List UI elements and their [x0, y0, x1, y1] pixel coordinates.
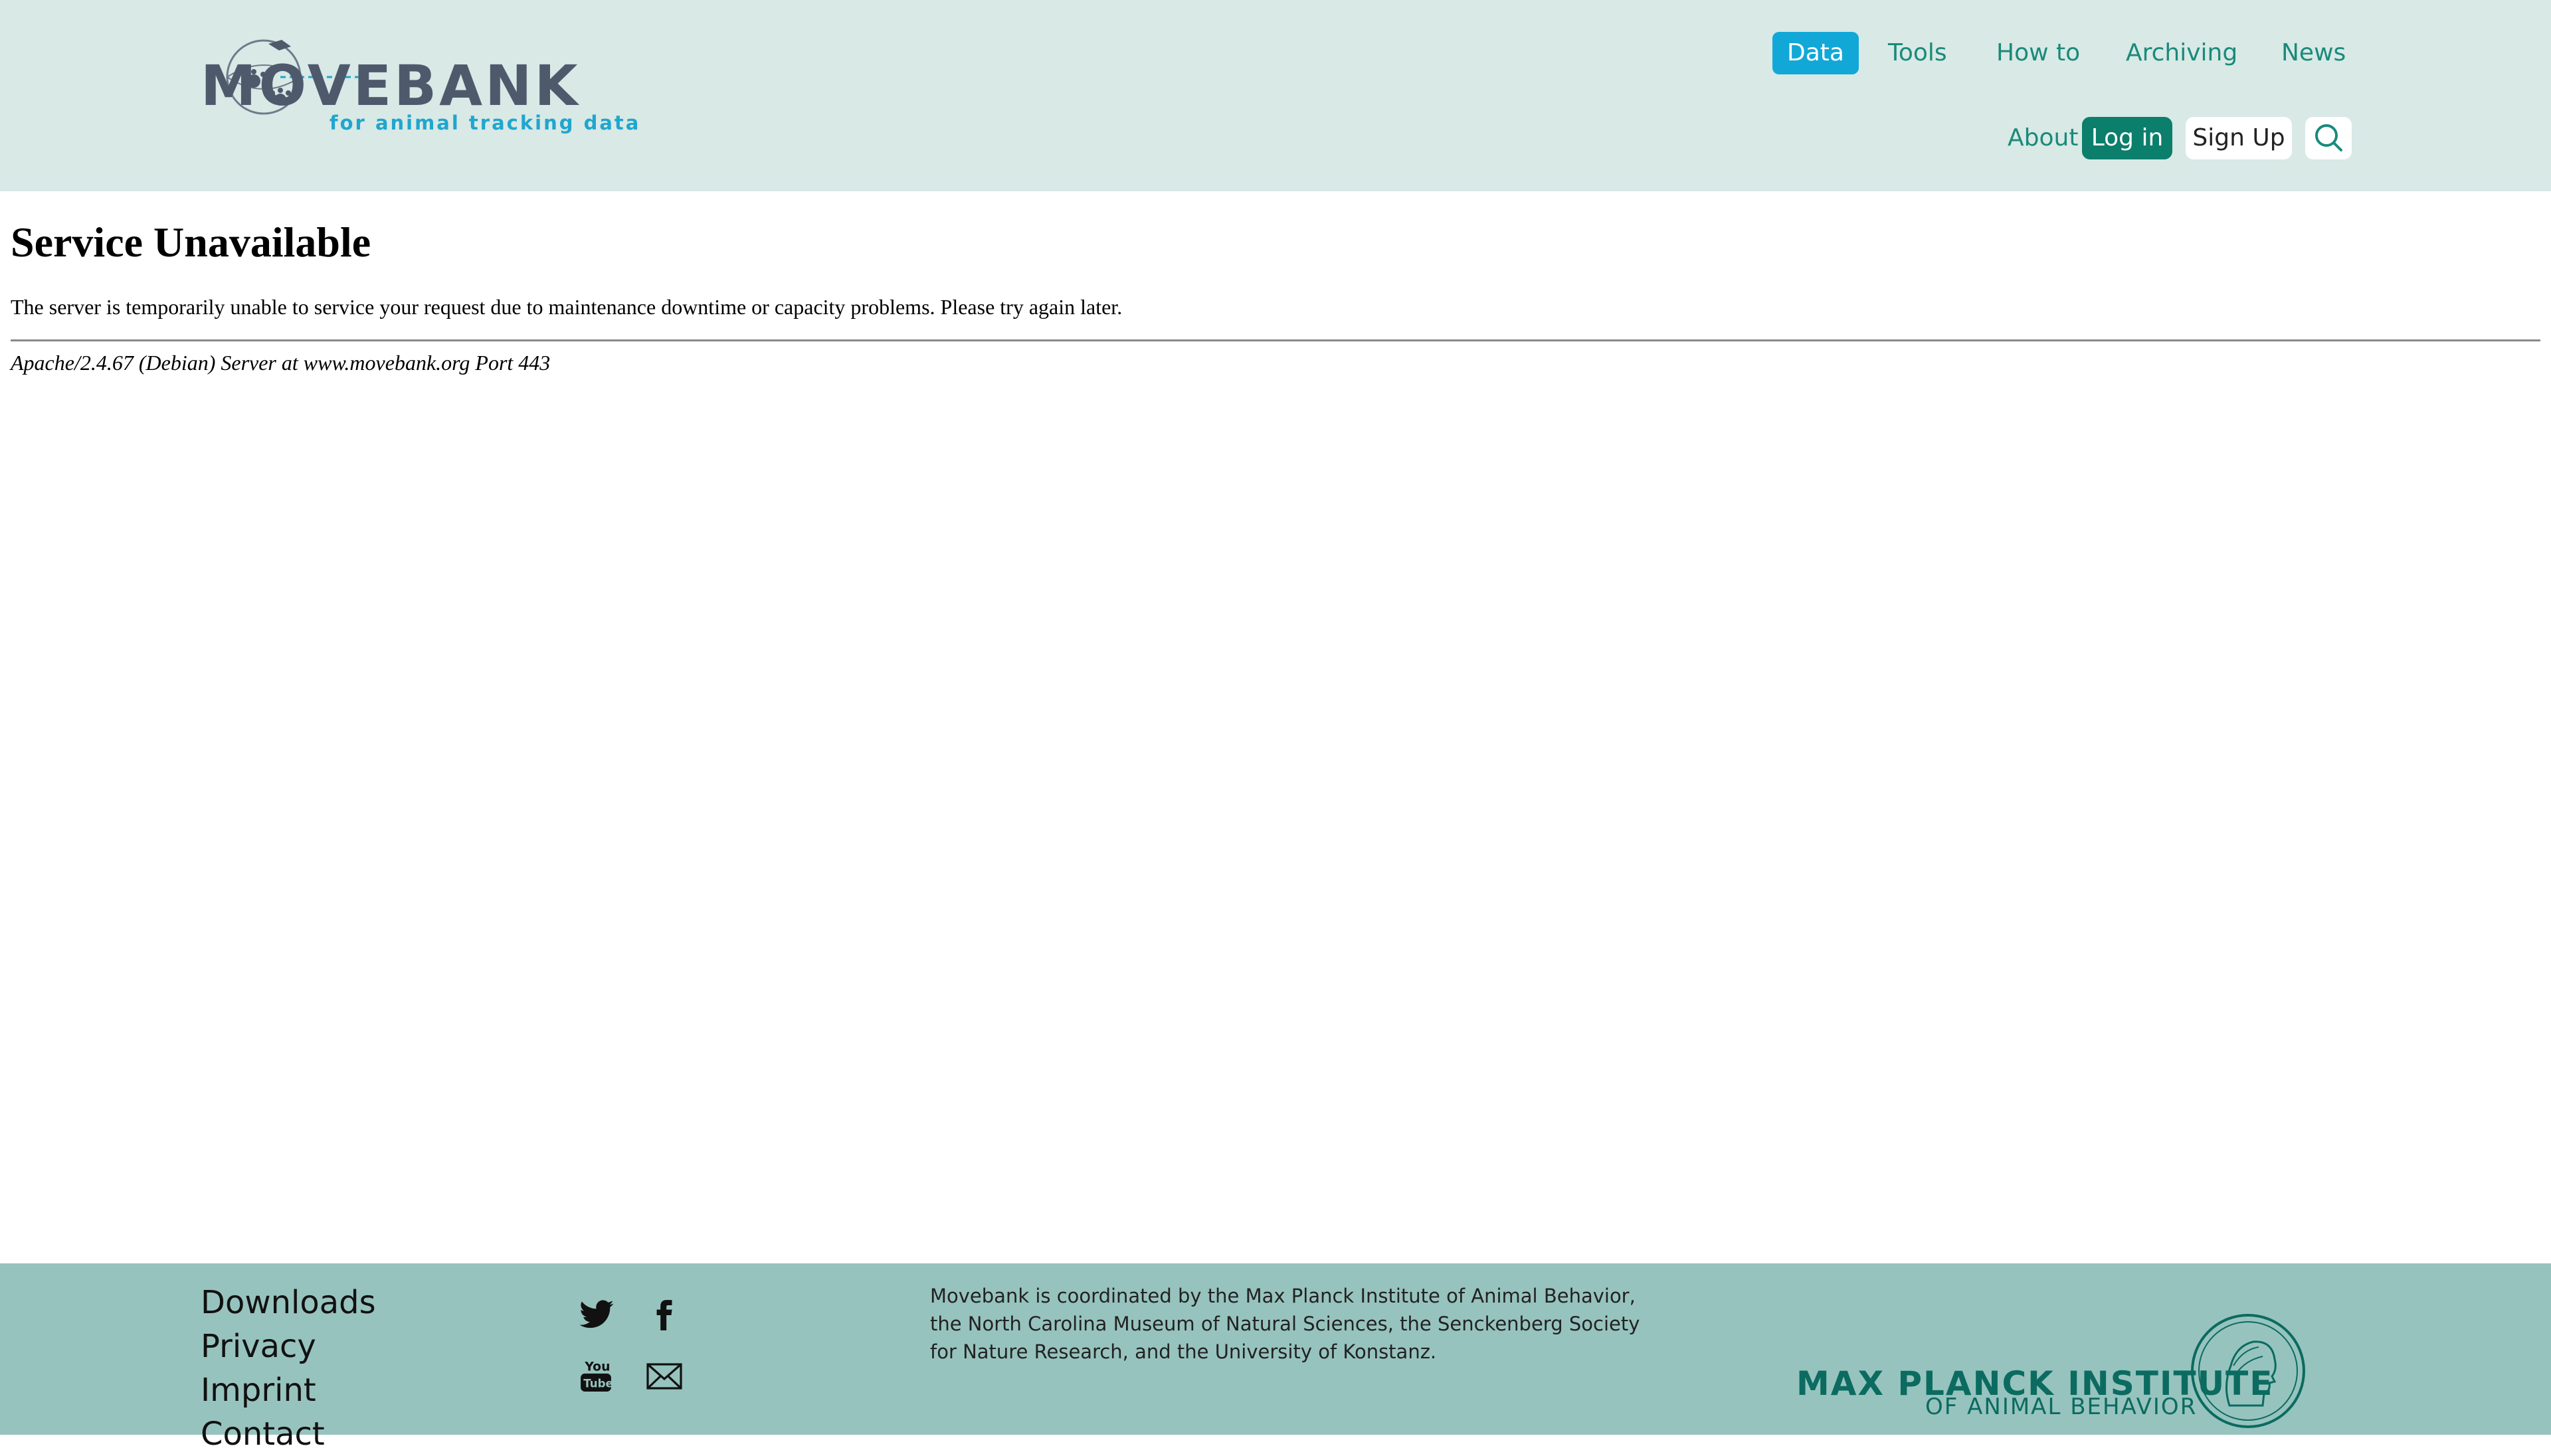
nav-data[interactable]: Data	[1772, 32, 1859, 74]
nav-how-to[interactable]: How to	[1996, 32, 2080, 74]
site-header: MOVEBANK for animal tracking data Data T…	[0, 0, 2551, 191]
login-button[interactable]: Log in	[2082, 117, 2172, 159]
twitter-icon[interactable]	[577, 1297, 616, 1334]
movebank-logo[interactable]: MOVEBANK for animal tracking data	[201, 33, 638, 146]
search-icon	[2315, 124, 2342, 151]
logo-wordmark: MOVEBANK	[201, 53, 581, 118]
logo-tagline: for animal tracking data	[330, 112, 641, 134]
footer-link-privacy[interactable]: Privacy	[201, 1324, 316, 1368]
svg-text:You: You	[584, 1360, 610, 1374]
main-content: Service Unavailable The server is tempor…	[11, 191, 2540, 375]
page-title: Service Unavailable	[11, 219, 371, 266]
footer-link-downloads[interactable]: Downloads	[201, 1281, 376, 1324]
nav-archiving[interactable]: Archiving	[2126, 32, 2237, 74]
error-message: The server is temporarily unable to serv…	[11, 295, 1123, 319]
footer-coordination-text: Movebank is coordinated by the Max Planc…	[930, 1285, 1640, 1363]
youtube-icon[interactable]: You Tube	[579, 1356, 613, 1394]
svg-text:Tube: Tube	[583, 1378, 613, 1390]
mail-icon[interactable]	[646, 1362, 683, 1391]
nav-tools[interactable]: Tools	[1888, 32, 1947, 74]
footer-link-imprint[interactable]: Imprint	[201, 1368, 316, 1412]
nav-about[interactable]: About	[2008, 117, 2078, 159]
search-button[interactable]	[2305, 117, 2352, 159]
nav-news[interactable]: News	[2281, 32, 2346, 74]
facebook-icon[interactable]	[647, 1297, 680, 1334]
footer-link-contact[interactable]: Contact	[201, 1412, 325, 1456]
minerva-seal-icon	[2191, 1314, 2305, 1428]
site-footer: Downloads Privacy Imprint Contact You Tu…	[0, 1263, 2551, 1453]
institute-subtitle: OF ANIMAL BEHAVIOR	[1925, 1394, 2198, 1420]
server-signature: Apache/2.4.67 (Debian) Server at www.mov…	[11, 351, 551, 375]
signup-button[interactable]: Sign Up	[2186, 117, 2292, 159]
divider	[11, 339, 2540, 341]
